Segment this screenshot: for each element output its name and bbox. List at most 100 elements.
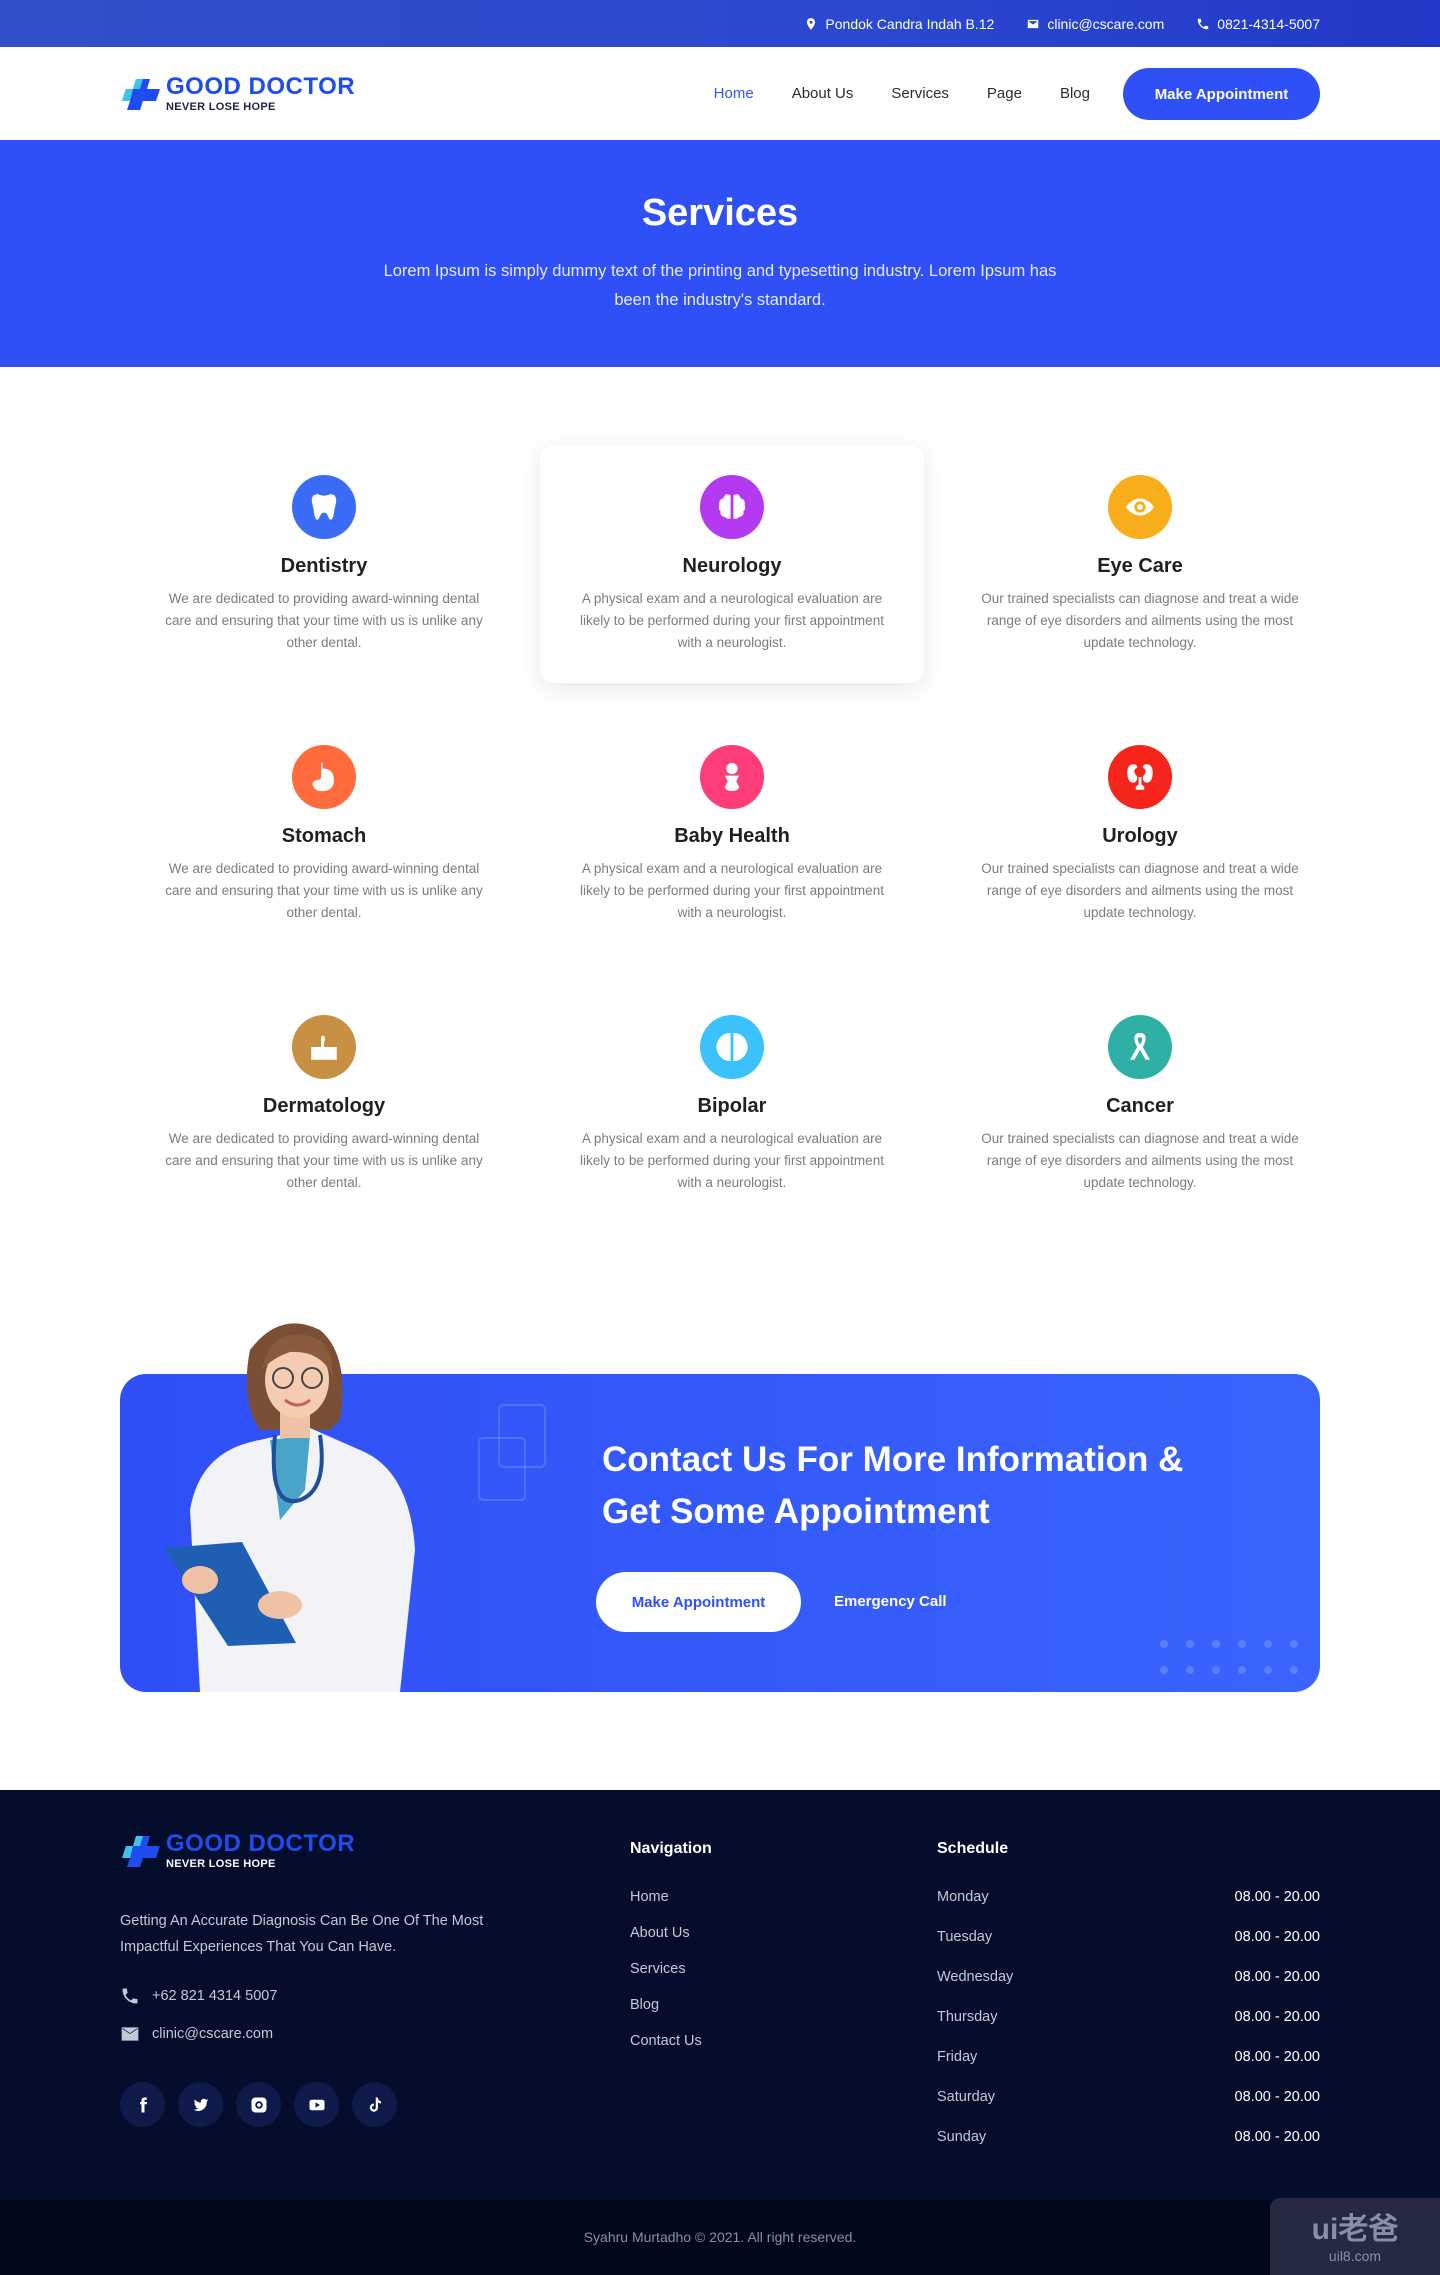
social-links [120,2082,397,2127]
schedule-time: 08.00 - 20.00 [1234,2089,1320,2105]
nav-home[interactable]: Home [714,85,754,102]
stomach-icon [312,762,334,792]
twitter-button[interactable] [178,2082,223,2127]
schedule-time: 08.00 - 20.00 [1234,1969,1320,1985]
service-icon-wrap [700,1015,764,1079]
service-icon-wrap [292,1015,356,1079]
top-bar: Pondok Candra Indah B.12 clinic@cscare.c… [0,0,1440,47]
service-icon-wrap [1108,1015,1172,1079]
twitter-icon [193,2098,208,2111]
facebook-button[interactable] [120,2082,165,2127]
service-title: Urology [1102,825,1178,847]
service-title: Stomach [281,825,367,847]
service-icon-wrap [292,475,356,539]
footer-phone-text: +62 821 4314 5007 [152,1988,278,2004]
copyright-bar: Syahru Murtadho © 2021. All right reserv… [0,2200,1440,2275]
skin-icon [311,1035,337,1060]
email-item[interactable]: clinic@cscare.com [1026,16,1164,32]
footer-logo[interactable]: GOOD DOCTOR NEVER LOSE HOPE [122,1832,355,1870]
watermark-logo: ui老爸 [1311,2213,1399,2246]
nav-about-us[interactable]: About Us [792,85,854,102]
schedule-time: 08.00 - 20.00 [1234,2129,1320,2145]
cross-logo-icon [122,1836,160,1867]
cta-title: Contact Us For More Information & Get So… [602,1440,1184,1531]
watermark-badge: ui老爸 uil8.com [1270,2198,1440,2275]
service-card-neurology[interactable]: Neurology A physical exam and a neurologi… [540,445,924,683]
services-grid: Dentistry We are dedicated to providing a… [120,445,1320,1255]
service-description: Our trained specialists can diagnose and… [981,1131,1299,1190]
nav-services[interactable]: Services [891,85,949,102]
service-card-baby-health[interactable]: Baby Health A physical exam and a neurolo… [528,715,936,985]
instagram-icon [251,2097,266,2112]
email-text[interactable]: clinic@cscare.com [1047,16,1164,32]
service-card-stomach[interactable]: Stomach We are dedicated to providing awa… [120,715,528,985]
copyright-text: Syahru Murtadho © 2021. All right reserv… [583,2229,857,2245]
footer-nav-home[interactable]: Home [630,1888,702,1907]
phone-text[interactable]: 0821-4314-5007 [1217,16,1320,32]
phone-item[interactable]: 0821-4314-5007 [1196,16,1320,32]
footer-schedule-title: Schedule [937,1840,1009,1857]
tiktok-icon [369,2097,381,2112]
ribbon-icon [1130,1032,1150,1060]
schedule-day: Sunday [937,2129,987,2145]
logo[interactable]: GOOD DOCTOR NEVER LOSE HOPE [122,75,355,113]
service-card-dentistry[interactable]: Dentistry We are dedicated to providing a… [120,445,528,715]
nav-blog[interactable]: Blog [1060,85,1090,102]
schedule-day: Tuesday [937,1929,993,1945]
schedule-row: Saturday 08.00 - 20.00 [937,2088,1320,2128]
footer-email[interactable]: clinic@cscare.com [120,2024,273,2044]
service-icon-wrap [700,475,764,539]
service-card-bipolar[interactable]: Bipolar A physical exam and a neurologica… [528,985,936,1255]
brain-icon [718,494,746,519]
schedule-day: Wednesday [937,1969,1014,1985]
doctor-image [164,1323,415,1692]
schedule-time: 08.00 - 20.00 [1234,1929,1320,1945]
service-title: Neurology [682,555,782,577]
tiktok-button[interactable] [352,2082,397,2127]
schedule-row: Monday 08.00 - 20.00 [937,1888,1320,1928]
footer-brand-name: GOOD DOCTOR [166,1830,356,1857]
make-appointment-button[interactable]: Make Appointment [1123,68,1320,120]
service-description: A physical exam and a neurological evalu… [580,1131,884,1190]
brand-tagline: NEVER LOSE HOPE [166,101,276,113]
page-title: Services [641,192,799,234]
cta-make-appointment-button[interactable]: Make Appointment [596,1572,801,1632]
brand-name: GOOD DOCTOR [166,73,356,100]
mail-icon [121,2027,139,2041]
schedule-time: 08.00 - 20.00 [1234,1889,1320,1905]
address-text: Pondok Candra Indah B.12 [825,15,995,32]
service-card-eye-care[interactable]: Eye Care Our trained specialists can diag… [936,445,1344,715]
bipolar-icon [716,1032,748,1062]
schedule-time: 08.00 - 20.00 [1234,2049,1320,2065]
youtube-button[interactable] [294,2082,339,2127]
address-item: Pondok Candra Indah B.12 [804,16,994,32]
service-icon-wrap [292,745,356,809]
footer-nav-blog[interactable]: Blog [630,1996,702,2015]
footer-nav-about-us[interactable]: About Us [630,1924,702,1943]
footer-nav-services[interactable]: Services [630,1960,702,1979]
navbar: GOOD DOCTOR NEVER LOSE HOPE Home About U… [0,47,1440,140]
mail-icon [1028,19,1039,28]
service-card-dermatology[interactable]: Dermatology We are dedicated to providing… [120,985,528,1255]
decorative-dots [1160,1640,1298,1674]
instagram-button[interactable] [236,2082,281,2127]
phone-icon [1197,18,1209,29]
footer-nav-contact-us[interactable]: Contact Us [630,2032,702,2051]
decorative-square [478,1437,526,1501]
service-card-cancer[interactable]: Cancer Our trained specialists can diagno… [936,985,1344,1255]
service-title: Eye Care [1097,555,1183,577]
service-card-urology[interactable]: Urology Our trained specialists can diagn… [936,715,1344,985]
nav-page[interactable]: Page [987,85,1022,102]
footer-email-text: clinic@cscare.com [152,2026,274,2042]
schedule-day: Friday [937,2049,978,2065]
footer-phone[interactable]: +62 821 4314 5007 [120,1986,277,2006]
service-description: A physical exam and a neurological evalu… [580,591,884,650]
service-description: A physical exam and a neurological evalu… [580,861,884,920]
service-description: We are dedicated to providing award-winn… [165,591,483,650]
service-description: We are dedicated to providing award-winn… [165,861,483,920]
service-description: We are dedicated to providing award-winn… [165,1131,483,1190]
emergency-call-button[interactable]: Emergency Call [834,1572,947,1632]
facebook-icon [139,2097,147,2112]
footer-navigation: Home About Us Services Blog Contact Us [630,1888,702,2051]
eye-icon [1125,498,1155,516]
